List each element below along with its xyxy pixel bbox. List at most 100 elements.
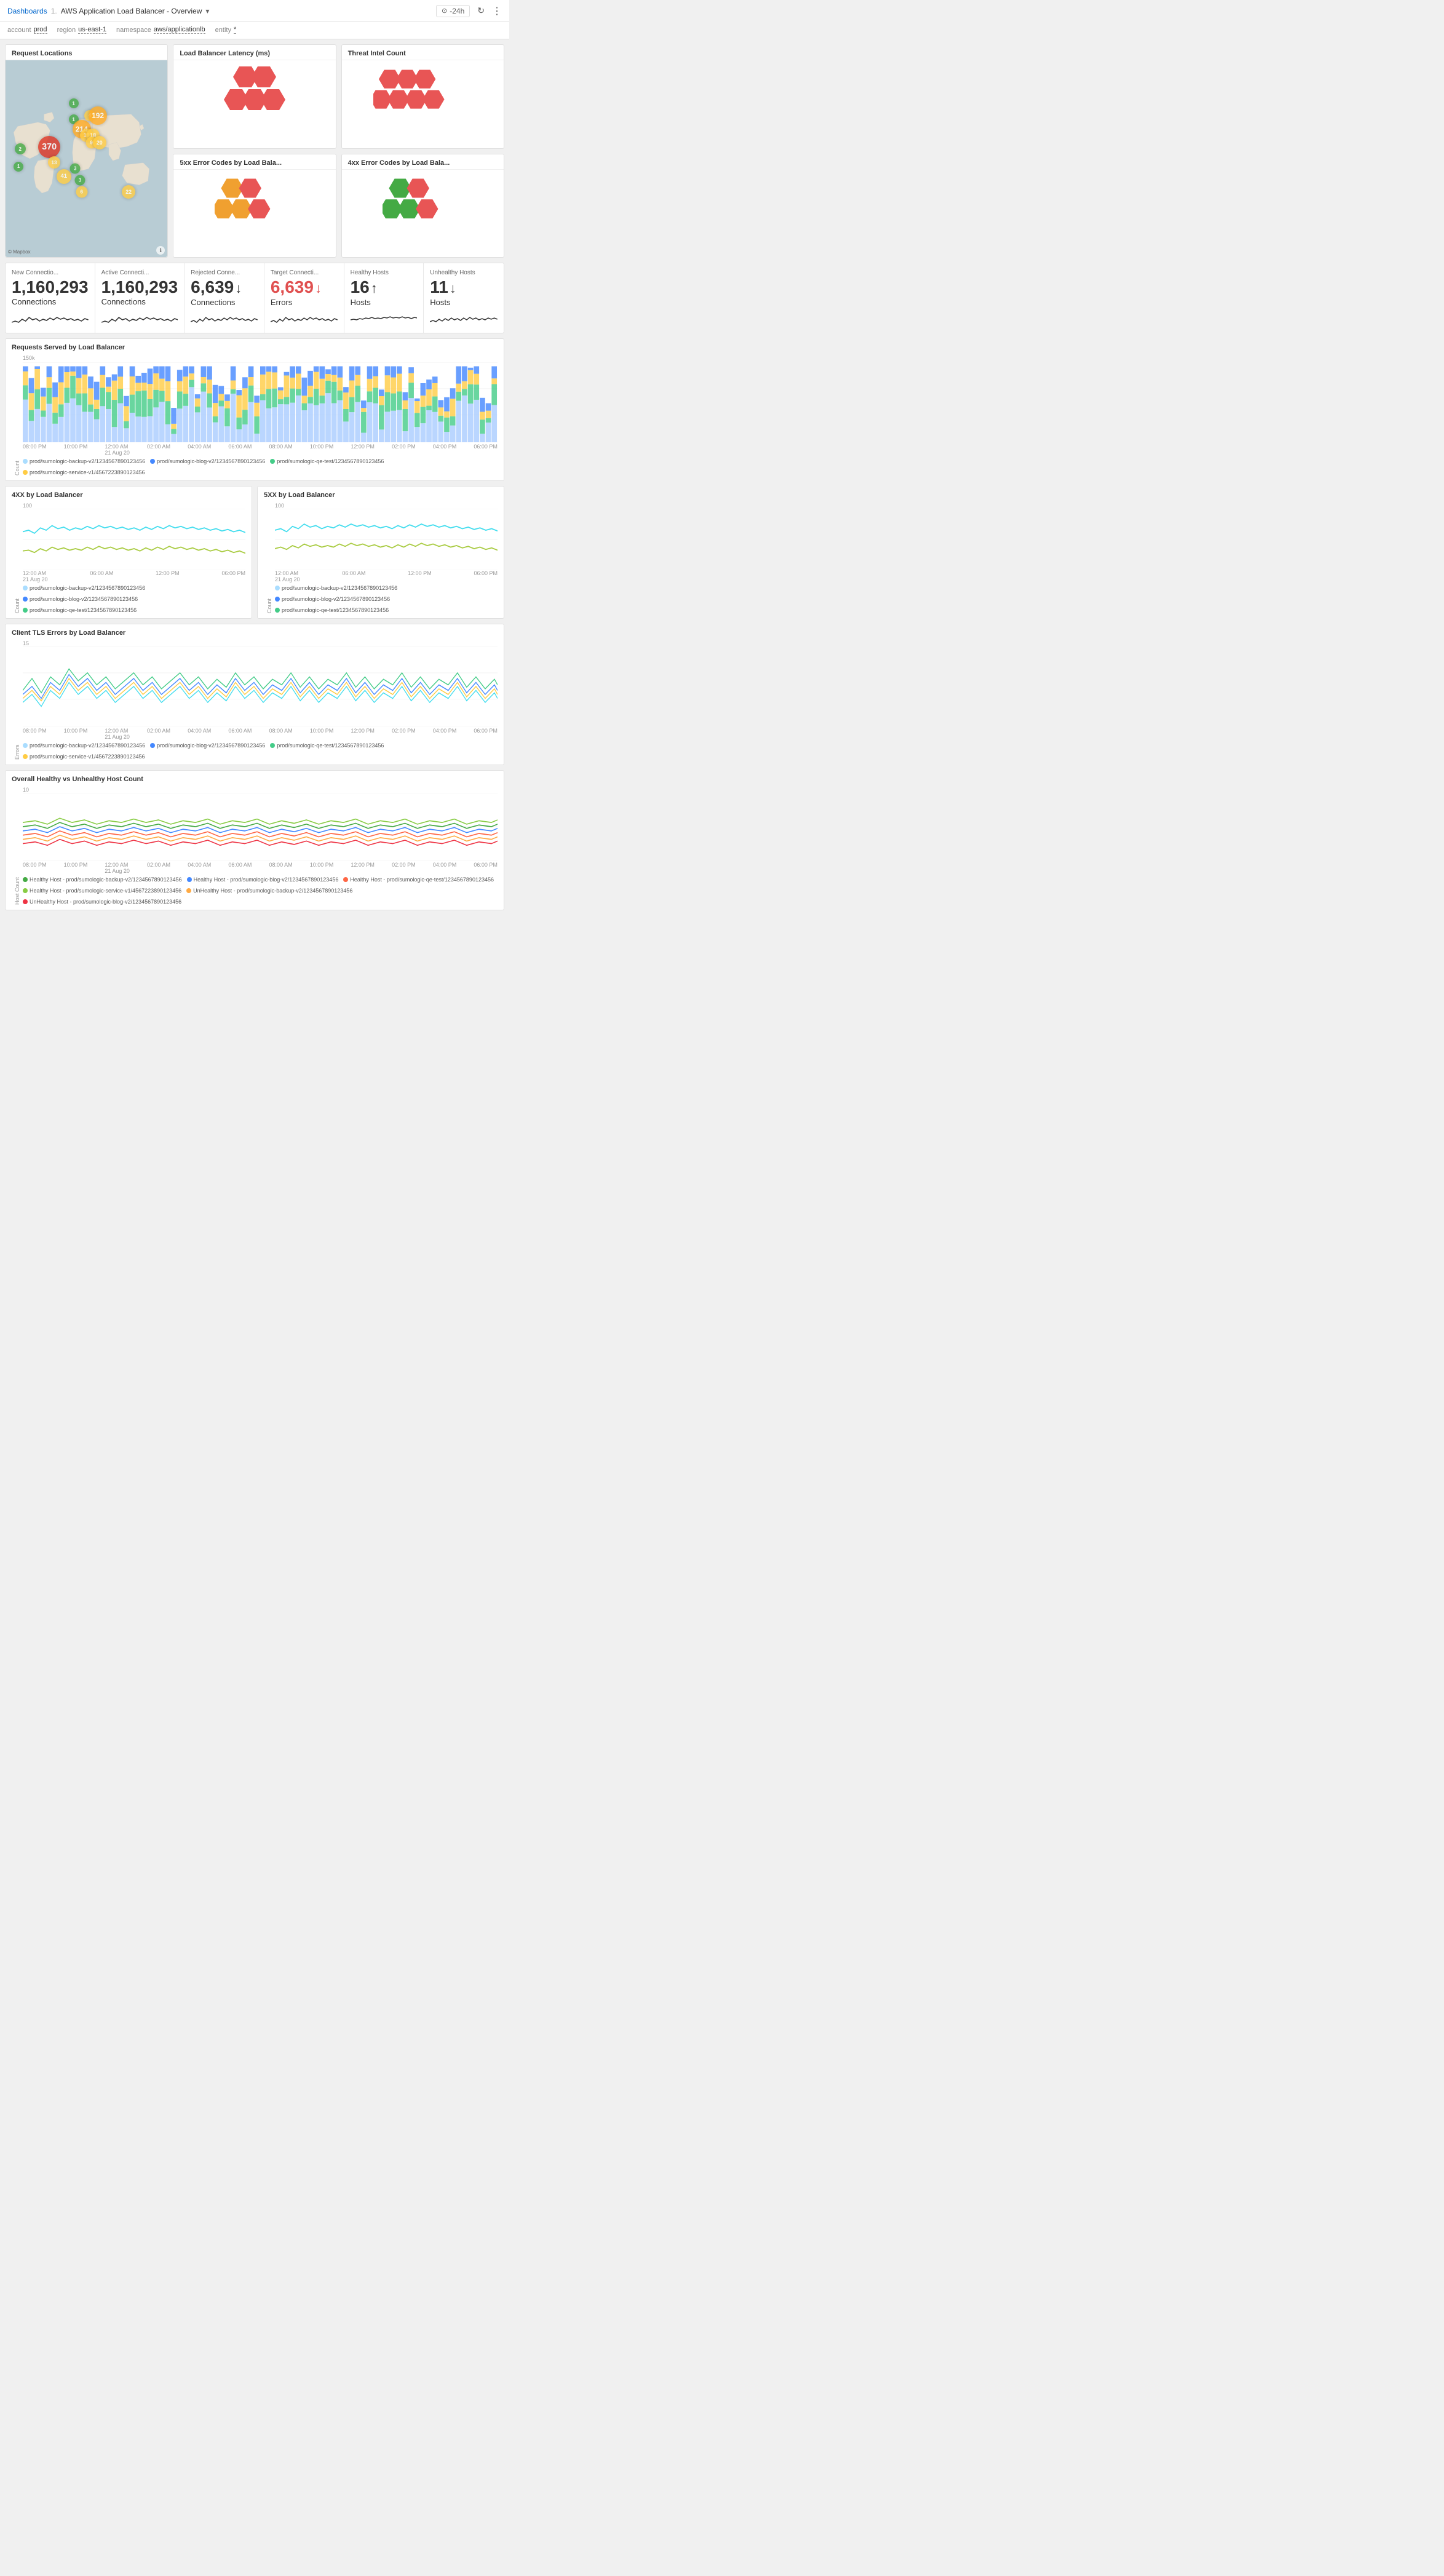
4xx-card: 4XX by Load Balancer Count 100: [5, 486, 252, 619]
filter-bar: account prod region us-east-1 namespace …: [0, 22, 509, 39]
metric-new-connections-sparkline: [12, 310, 89, 328]
host-legend: Healthy Host - prod/sumologic-backup-v2/…: [23, 877, 498, 905]
metric-unhealthy-hosts-title: Unhealthy Hosts: [430, 269, 498, 276]
map-point: 13: [48, 156, 60, 169]
5xx-legend: prod/sumologic-backup-v2/123456789012345…: [275, 585, 498, 613]
metric-active-connections: Active Connecti... 1,160,293 Connections: [95, 263, 185, 333]
threat-intel-hex-area: [342, 60, 504, 134]
x-label-2: 10:00 PM: [64, 443, 88, 456]
4xx-y-max: 100: [23, 503, 245, 509]
tls-dot-4: [23, 754, 28, 759]
legend-label-2: prod/sumologic-blog-v2/1234567890123456: [157, 458, 265, 464]
filter-account[interactable]: account prod: [7, 26, 57, 35]
filter-namespace[interactable]: namespace aws/applicationlb: [116, 26, 215, 35]
target-arrow: ↓: [315, 280, 322, 296]
5xx-chart-area: Count 100 12:00 AM21 Aug 20 06:00 AM 12:…: [264, 503, 498, 613]
x-label-9: 12:00 PM: [351, 443, 375, 456]
4xx-chart-area: Count 100 12:00 AM21 Aug 20 06:00: [12, 503, 245, 613]
legend-item-1: prod/sumologic-backup-v2/123456789012345…: [23, 458, 145, 464]
5xx-inner: 100 12:00 AM21 Aug 20 06:00 AM 12:00 PM …: [275, 503, 498, 613]
5xx-legend-1: prod/sumologic-backup-v2/123456789012345…: [275, 585, 397, 591]
metric-active-connections-title: Active Connecti...: [101, 269, 178, 276]
tls-dot-1: [23, 743, 28, 748]
main-content: Request Locations: [0, 39, 509, 915]
more-icon[interactable]: ⋮: [492, 5, 502, 17]
error-5xx-title: 5xx Error Codes by Load Bala...: [173, 154, 335, 170]
error-5xx-hex-area: [173, 170, 335, 244]
error-charts-row: 4XX by Load Balancer Count 100: [5, 486, 504, 619]
latency-hex-area: [173, 60, 335, 134]
x-label-6: 06:00 AM: [228, 443, 252, 456]
rejected-arrow: ↓: [235, 280, 242, 296]
filter-region[interactable]: region us-east-1: [57, 26, 116, 35]
4xx-title: 4XX by Load Balancer: [12, 491, 245, 499]
unhealthy-arrow: ↓: [450, 280, 456, 296]
header-controls: ⊙ -24h ↻ ⋮: [436, 5, 502, 17]
latency-card: Load Balancer Latency (ms): [173, 44, 336, 149]
metric-target-connections: Target Connecti... 6,639 ↓ Errors: [264, 263, 344, 333]
map-area[interactable]: 211370214419181929201134133622 © Mapbox …: [6, 60, 167, 257]
map-point: 41: [57, 169, 71, 184]
host-x-axis: 08:00 PM 10:00 PM 12:00 AM21 Aug 20 02:0…: [23, 862, 498, 874]
map-card: Request Locations: [5, 44, 168, 258]
host-inner: 10 08:00 PM 10:00 PM 12:00 AM21 A: [23, 787, 498, 905]
breadcrumb-sep: 1.: [51, 7, 57, 15]
map-point: 6: [76, 186, 87, 198]
requests-served-card: Requests Served by Load Balancer Count 1…: [5, 338, 504, 481]
x-label-4: 02:00 AM: [147, 443, 170, 456]
map-point: 1: [69, 98, 79, 108]
x-label-12: 06:00 PM: [474, 443, 498, 456]
4xx-svg: [23, 509, 245, 570]
map-point: 22: [122, 185, 135, 199]
requests-chart-area: Count 150k: [12, 355, 498, 475]
host-chart-area: Host Count 10 08:00 PM 10:00: [12, 787, 498, 905]
tls-errors-card: Client TLS Errors by Load Balancer Error…: [5, 624, 504, 765]
refresh-icon[interactable]: ↻: [477, 6, 485, 16]
metric-rejected-connections-title: Rejected Conne...: [191, 269, 258, 276]
host-legend-1: Healthy Host - prod/sumologic-backup-v2/…: [23, 877, 182, 883]
host-dot-5: [186, 888, 191, 893]
y-max: 150k: [23, 355, 35, 361]
chevron-down-icon[interactable]: ▾: [205, 7, 209, 15]
tls-legend-2: prod/sumologic-blog-v2/1234567890123456: [150, 742, 265, 749]
error-4xx-hex-area: [342, 170, 504, 244]
mapbox-credit: © Mapbox: [8, 249, 31, 255]
healthy-arrow: ↑: [371, 280, 378, 296]
map-points: 211370214419181929201134133622: [6, 60, 167, 257]
error-5xx-card: 5xx Error Codes by Load Bala...: [173, 154, 336, 258]
host-svg: [23, 793, 498, 861]
tls-dot-3: [270, 743, 275, 748]
host-legend-4: Healthy Host - prod/sumologic-service-v1…: [23, 888, 181, 894]
metric-new-connections-label: Connections: [12, 297, 89, 306]
tls-y-max: 15: [23, 640, 498, 646]
metric-new-connections-title: New Connectio...: [12, 269, 89, 276]
4xx-y-label: Count: [12, 503, 23, 613]
top-section: Request Locations: [5, 44, 504, 258]
time-range[interactable]: ⊙ -24h: [436, 5, 470, 17]
5xx-y-max: 100: [275, 503, 498, 509]
filter-entity[interactable]: entity *: [215, 26, 247, 35]
metrics-row: New Connectio... 1,160,293 Connections A…: [5, 263, 504, 333]
breadcrumb-dashboards[interactable]: Dashboards: [7, 7, 47, 15]
host-dot-2: [187, 877, 192, 882]
tls-inner: 15 08:00 PM 10:00 PM 12:00 AM21 Aug 20: [23, 640, 498, 760]
5xx-dot-3: [275, 608, 280, 613]
5xx-card: 5XX by Load Balancer Count 100 12:00 AM2…: [257, 486, 504, 619]
metric-rejected-sparkline: [191, 311, 258, 329]
metric-target-sparkline: [271, 311, 338, 329]
latency-hexagons: [212, 63, 298, 131]
metric-new-connections: New Connectio... 1,160,293 Connections: [6, 263, 95, 333]
breadcrumb-nav: Dashboards 1. AWS Application Load Balan…: [7, 7, 209, 15]
host-legend-5: UnHealthy Host - prod/sumologic-backup-v…: [186, 888, 352, 894]
host-y-label: Host Count: [12, 787, 23, 905]
5xx-title: 5XX by Load Balancer: [264, 491, 498, 499]
metric-target-connections-title: Target Connecti...: [271, 269, 338, 276]
tls-title: Client TLS Errors by Load Balancer: [12, 629, 498, 637]
5xx-legend-3: prod/sumologic-qe-test/1234567890123456: [275, 607, 389, 613]
4xx-hexagons: [383, 176, 462, 237]
map-title: Request Locations: [6, 45, 167, 60]
requests-served-title: Requests Served by Load Balancer: [12, 344, 498, 351]
tls-svg: [23, 646, 498, 726]
4xx-legend: prod/sumologic-backup-v2/123456789012345…: [23, 585, 245, 613]
metric-new-connections-value: 1,160,293: [12, 279, 89, 296]
